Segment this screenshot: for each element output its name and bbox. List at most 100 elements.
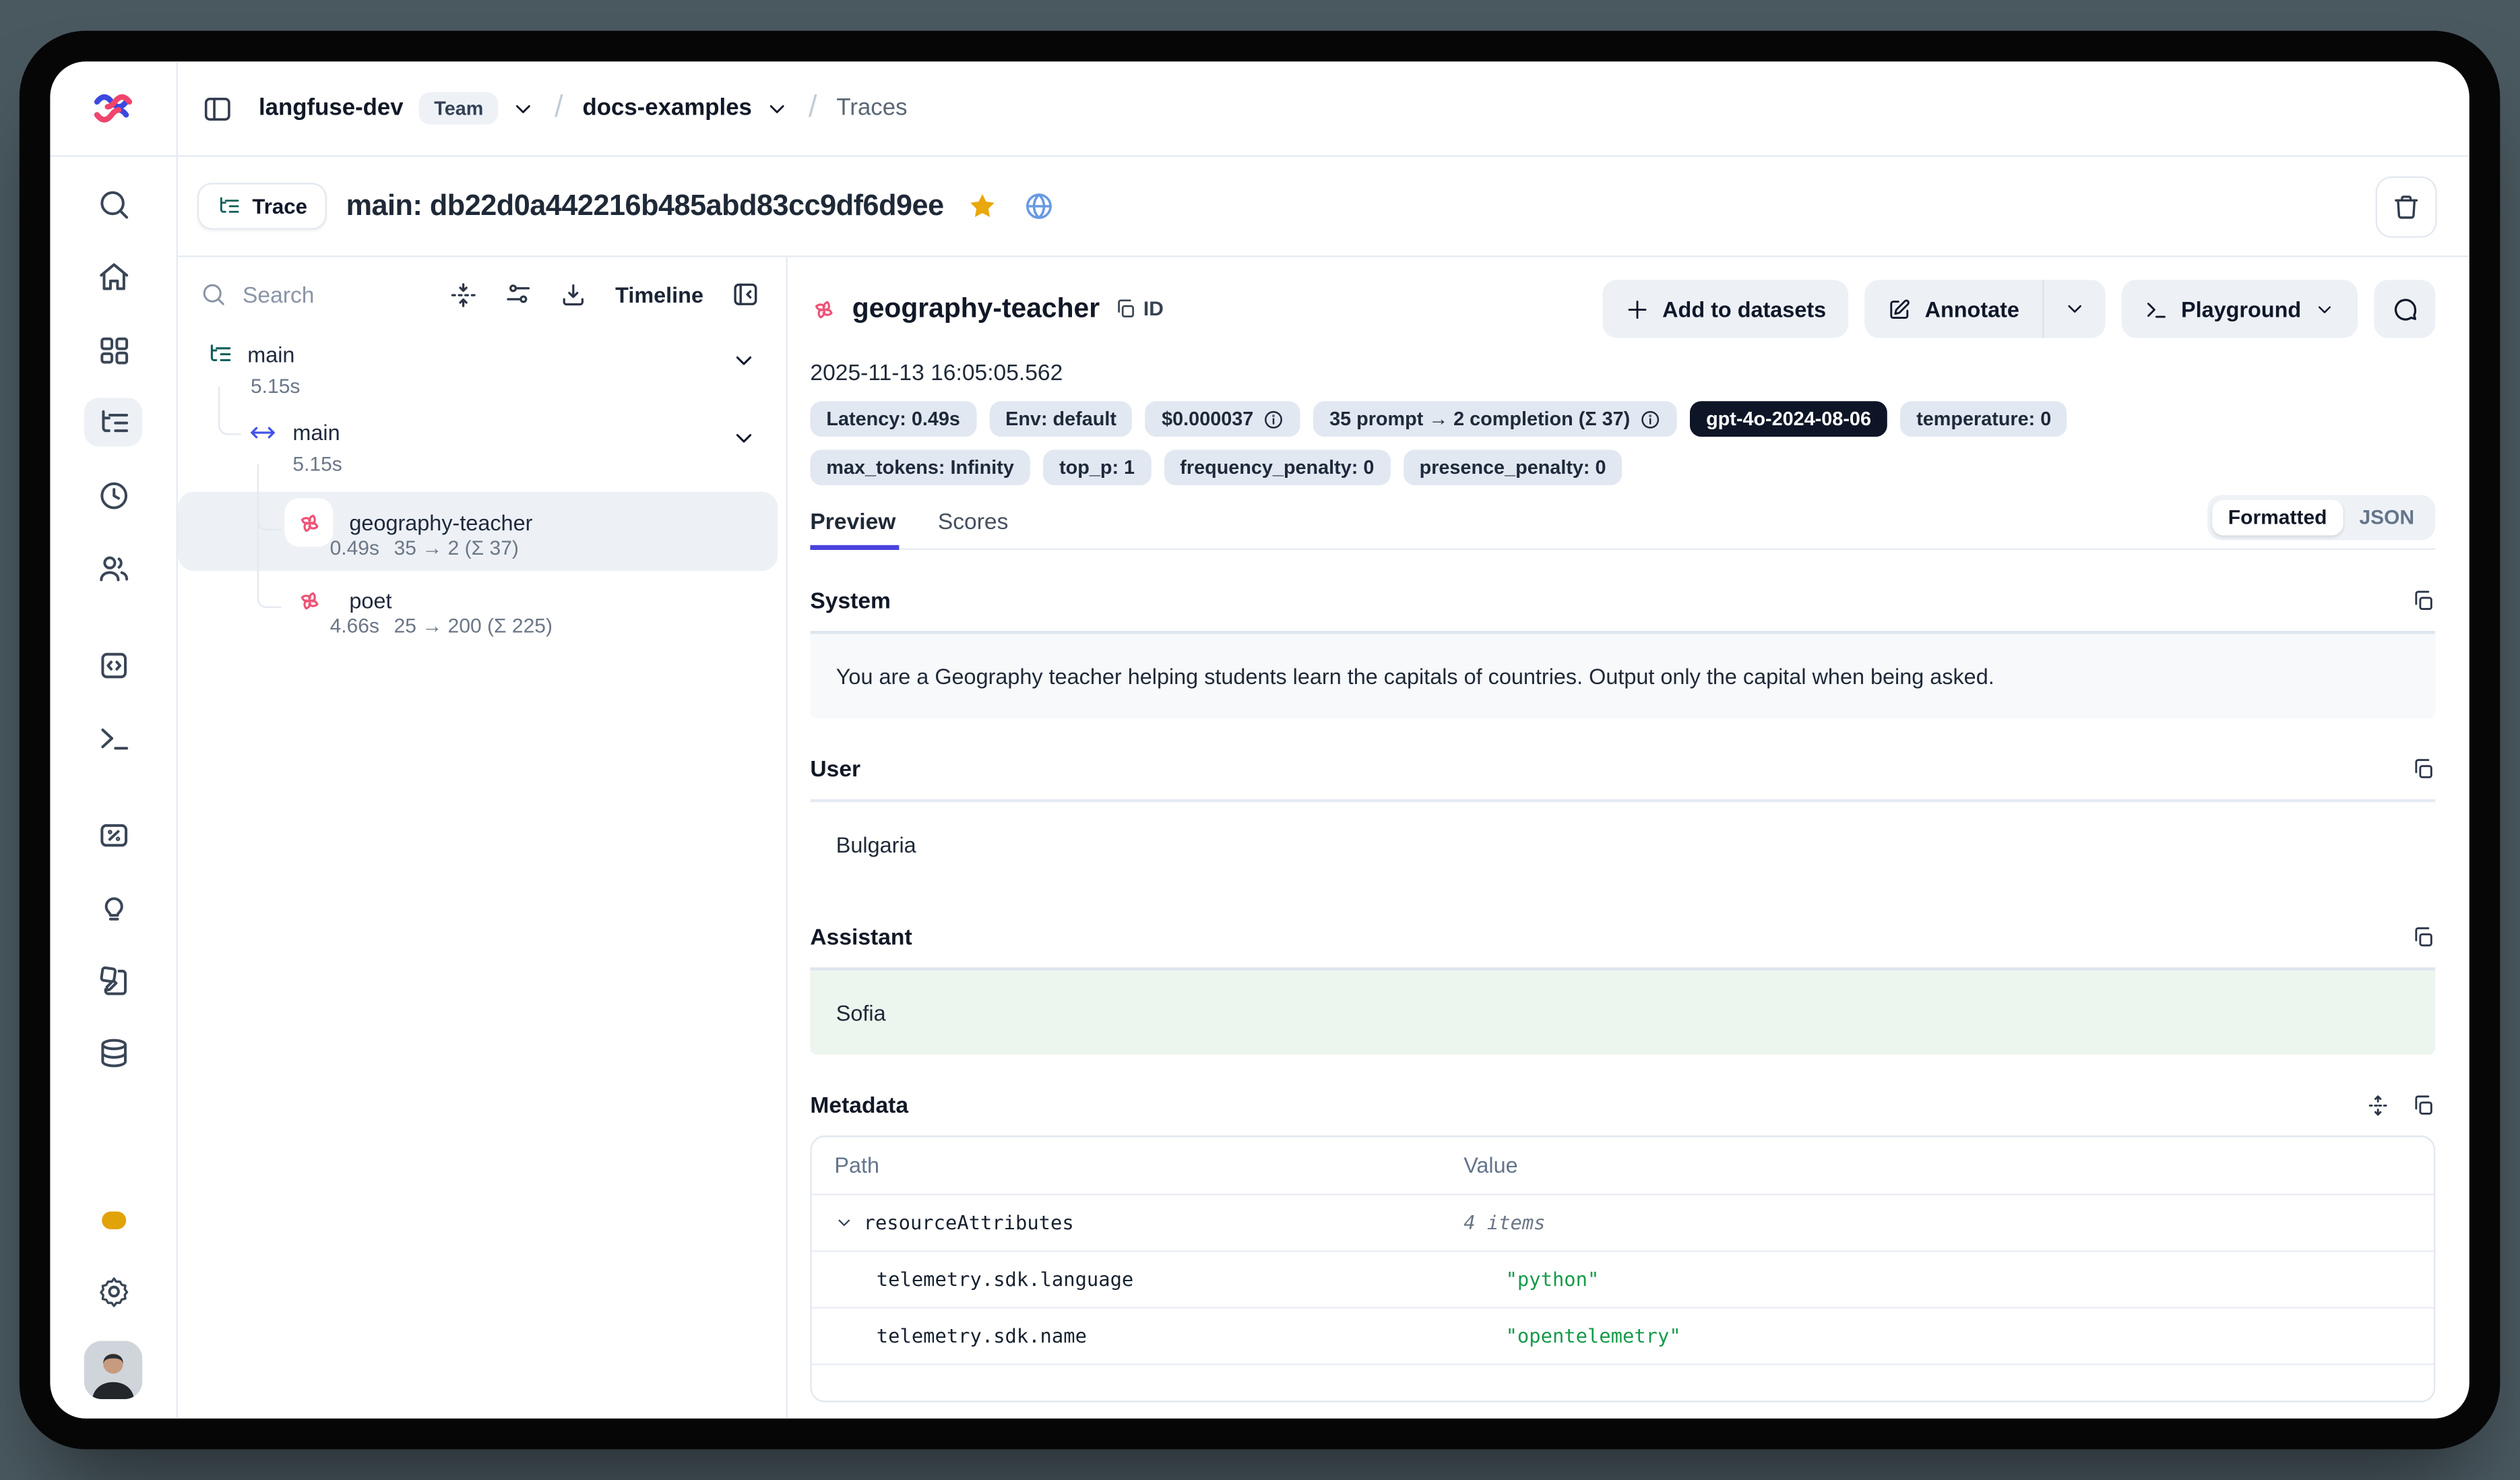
- copy-id-button[interactable]: ID: [1114, 298, 1164, 321]
- metadata-table-header: Path Value: [812, 1137, 2434, 1195]
- tree-node-label: main: [247, 342, 294, 367]
- trace-tree-icon: [217, 194, 241, 218]
- observation-badges: Latency: 0.49s Env: default $0.000037 35…: [810, 401, 2152, 485]
- system-section-header: System: [810, 587, 2435, 613]
- latency-badge: Latency: 0.49s: [810, 401, 976, 437]
- comments-button[interactable]: [2374, 280, 2435, 338]
- observation-detail-panel: geography-teacher ID Add to datasets: [788, 257, 2469, 1419]
- chevron-down-icon[interactable]: [834, 1213, 854, 1233]
- tree-node-span-main[interactable]: main: [249, 419, 340, 447]
- observation-timestamp: 2025-11-13 16:05:05.562: [810, 359, 2435, 385]
- format-toggle: Formatted JSON: [2207, 495, 2436, 540]
- delete-trace-button[interactable]: [2376, 175, 2437, 237]
- sidebar-toggle-icon[interactable]: [199, 90, 236, 127]
- tree-node-duration: 5.15s: [251, 375, 300, 398]
- top-bar: langfuse-dev Team / docs-examples / Trac…: [50, 61, 2469, 157]
- tree-search-input[interactable]: [239, 280, 359, 309]
- tab-preview[interactable]: Preview: [810, 508, 895, 534]
- tree-node-duration: 5.15s: [292, 453, 342, 476]
- trace-title: main: db22d0a442216b485abd83cc9df6d9ee: [346, 189, 944, 223]
- dashboard-grid-icon[interactable]: [84, 325, 142, 373]
- bookmark-star-icon[interactable]: [963, 187, 1000, 224]
- tree-node-label: main: [292, 421, 340, 445]
- user-avatar[interactable]: [84, 1341, 142, 1399]
- metadata-table: Path Value resourceAttributes 4 items te…: [810, 1136, 2435, 1402]
- tree-connector: [257, 464, 282, 609]
- format-json-option[interactable]: JSON: [2343, 500, 2430, 536]
- settings-gear-icon[interactable]: [84, 1266, 142, 1315]
- breadcrumb-page[interactable]: Traces: [836, 96, 907, 121]
- section-title: Metadata: [810, 1092, 908, 1117]
- max-tokens-badge: max_tokens: Infinity: [810, 450, 1030, 485]
- collapse-all-icon[interactable]: [450, 280, 478, 308]
- tree-search[interactable]: [201, 280, 423, 309]
- traces-tree-icon[interactable]: [84, 398, 142, 446]
- assistant-section-header: Assistant: [810, 923, 2435, 949]
- annotate-dropdown-chevron[interactable]: [2044, 280, 2105, 338]
- assistant-message-content: Sofia: [810, 967, 2435, 1055]
- org-chevron-down-icon[interactable]: [511, 96, 535, 121]
- annotate-split-button: Annotate: [1865, 280, 2105, 338]
- search-icon[interactable]: [84, 179, 142, 228]
- tree-node-label: geography-teacher: [349, 510, 532, 534]
- tab-scores[interactable]: Scores: [938, 508, 1009, 534]
- users-icon[interactable]: [84, 543, 142, 592]
- evaluators-percent-icon[interactable]: [84, 810, 142, 859]
- langfuse-logo-icon: [94, 90, 133, 126]
- model-badge[interactable]: gpt-4o-2024-08-06: [1690, 401, 1887, 437]
- trace-type-pill: Trace: [197, 183, 327, 230]
- tokens-badge[interactable]: 35 prompt → 2 completion (Σ 37): [1313, 401, 1677, 437]
- format-formatted-option[interactable]: Formatted: [2212, 500, 2343, 536]
- copy-icon[interactable]: [2411, 588, 2435, 612]
- temperature-badge: temperature: 0: [1900, 401, 2067, 437]
- home-icon[interactable]: [84, 252, 142, 301]
- cost-badge[interactable]: $0.000037: [1145, 401, 1300, 437]
- path-column-header: Path: [812, 1137, 1441, 1194]
- generation-icon: [810, 295, 838, 323]
- trace-header-bar: Trace main: db22d0a442216b485abd83cc9df6…: [178, 157, 2469, 257]
- metadata-value: "python": [1483, 1252, 1622, 1307]
- project-name[interactable]: docs-examples: [582, 96, 751, 121]
- frequency-penalty-badge: frequency_penalty: 0: [1164, 450, 1390, 485]
- metadata-row-sdk-name[interactable]: telemetry.sdk.name "opentelemetry": [812, 1309, 2434, 1365]
- copy-icon[interactable]: [2411, 925, 2435, 949]
- breadcrumb-separator: /: [809, 90, 817, 126]
- search-icon: [201, 282, 226, 307]
- observation-tree: main 5.15s main 5.15s: [178, 325, 786, 1418]
- project-chevron-down-icon[interactable]: [765, 96, 789, 121]
- add-to-datasets-button[interactable]: Add to datasets: [1602, 280, 1848, 338]
- metadata-path: telemetry.sdk.name: [877, 1325, 1087, 1348]
- playground-button[interactable]: Playground: [2121, 280, 2358, 338]
- logo-cell[interactable]: [50, 61, 178, 155]
- copy-icon[interactable]: [2411, 1092, 2435, 1117]
- tree-toolbar: Timeline: [178, 257, 786, 326]
- collapse-panel-icon[interactable]: [731, 280, 760, 309]
- prompts-file-code-icon[interactable]: [84, 640, 142, 689]
- copy-icon[interactable]: [2411, 756, 2435, 780]
- section-title: User: [810, 756, 860, 781]
- section-title: Assistant: [810, 923, 912, 949]
- sessions-clock-icon[interactable]: [84, 470, 142, 519]
- tree-node-stats: 0.49s35 → 2 (Σ 37): [330, 537, 519, 560]
- tree-node-label: poet: [349, 588, 391, 612]
- chevron-down-icon[interactable]: [731, 425, 757, 451]
- org-name[interactable]: langfuse-dev: [259, 96, 404, 121]
- annotation-clipboard-pen-icon[interactable]: [84, 956, 142, 1004]
- tree-node-trace-main[interactable]: main: [207, 341, 294, 367]
- display-settings-icon[interactable]: [505, 280, 533, 308]
- metadata-row-resource-attributes[interactable]: resourceAttributes 4 items: [812, 1196, 2434, 1252]
- metadata-row-sdk-language[interactable]: telemetry.sdk.language "python": [812, 1252, 2434, 1309]
- timeline-toggle[interactable]: Timeline: [615, 282, 703, 307]
- expand-rows-icon[interactable]: [2366, 1092, 2390, 1117]
- breadcrumb-separator: /: [555, 90, 563, 126]
- download-icon[interactable]: [561, 280, 588, 308]
- lightbulb-icon[interactable]: [84, 883, 142, 931]
- datasets-database-icon[interactable]: [84, 1028, 142, 1077]
- tree-node-stats: 4.66s25 → 200 (Σ 225): [330, 615, 553, 638]
- chevron-down-icon[interactable]: [731, 348, 757, 373]
- status-dot: [101, 1212, 125, 1229]
- playground-terminal-icon[interactable]: [84, 713, 142, 762]
- annotate-button[interactable]: Annotate: [1865, 280, 2042, 338]
- public-globe-icon[interactable]: [1019, 187, 1057, 224]
- metadata-value: 4 items: [1441, 1196, 1569, 1251]
